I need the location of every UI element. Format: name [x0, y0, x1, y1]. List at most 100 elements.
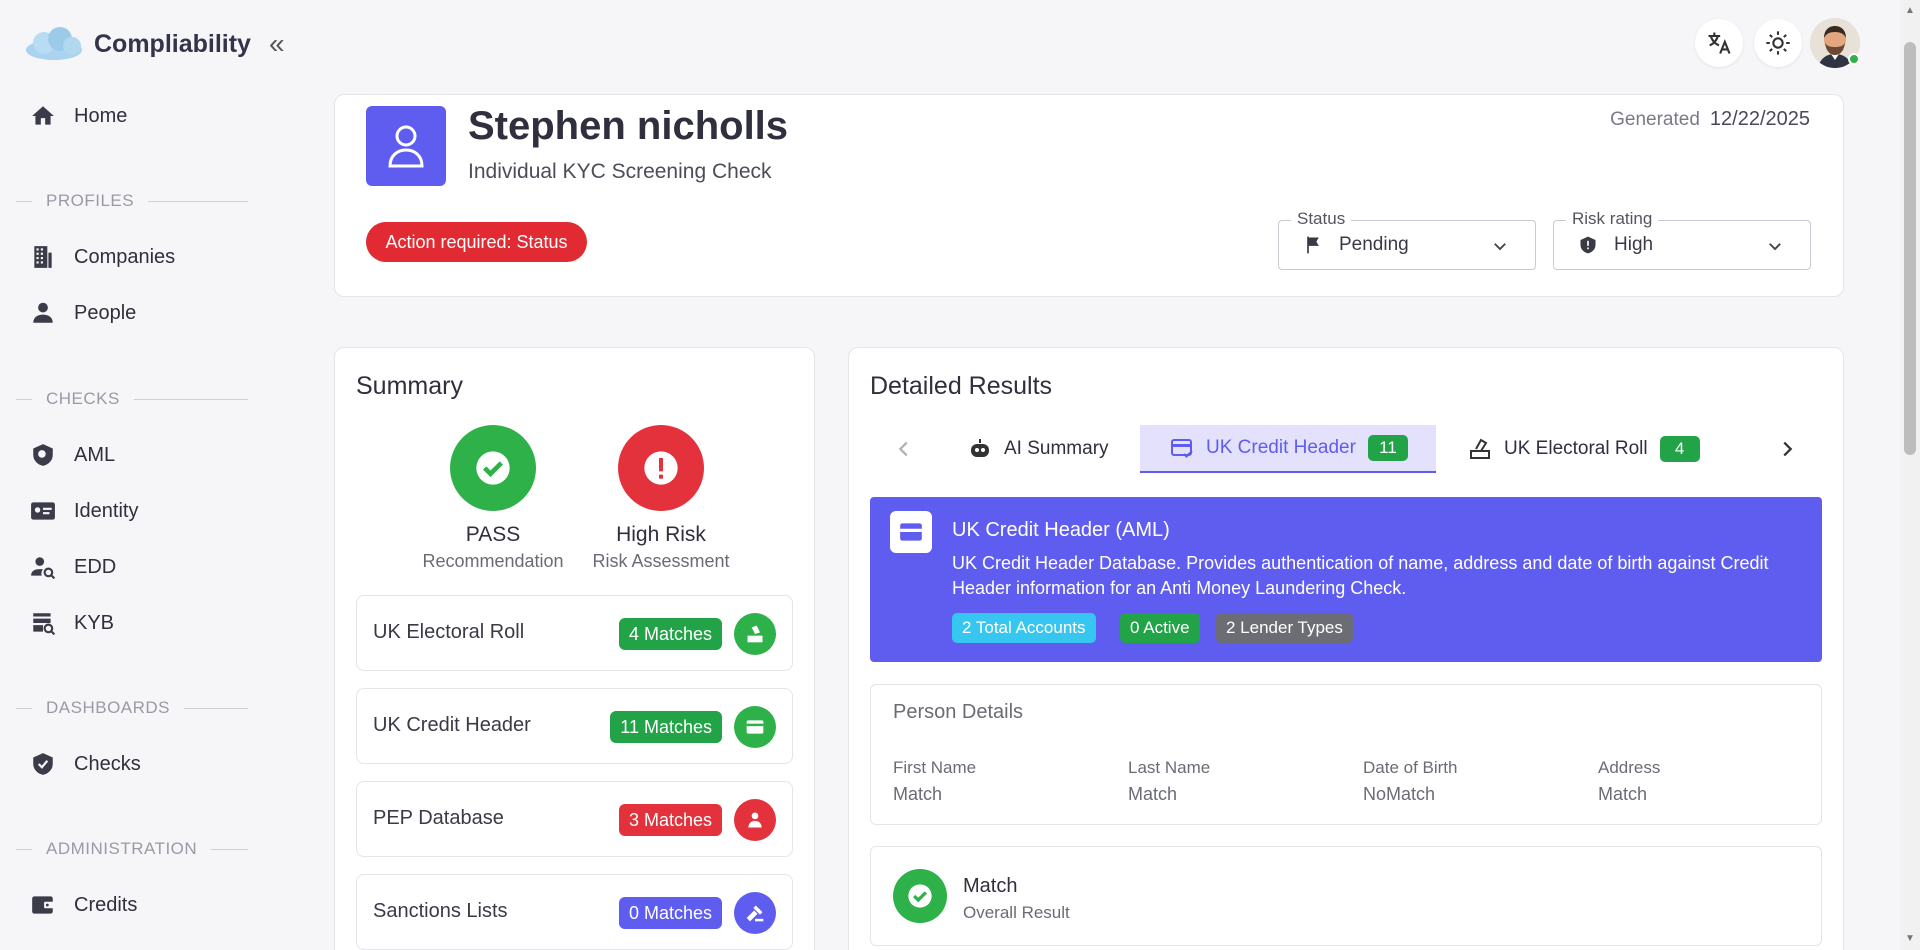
sidebar: Compliability « Home PROFILES Companies …	[0, 0, 285, 950]
section-dashboards: DASHBOARDS	[16, 698, 248, 718]
sun-icon	[1766, 31, 1790, 55]
building-icon	[34, 246, 52, 268]
risk-assessment-value: High Risk	[616, 523, 706, 546]
scroll-down-icon[interactable]: ▼	[1904, 934, 1916, 944]
tab-uk-electoral-roll[interactable]: UK Electoral Roll 4	[1468, 425, 1700, 473]
field-key: Date of Birth	[1363, 758, 1458, 777]
match-count-badge: 0 Matches	[618, 897, 722, 929]
sidebar-item-checks[interactable]: Checks	[30, 744, 141, 784]
tab-label: UK Credit Header	[1206, 437, 1356, 458]
status-select[interactable]: Status Pending	[1278, 209, 1536, 270]
check-icon	[908, 884, 932, 908]
sidebar-item-aml[interactable]: AML	[30, 435, 115, 475]
summary-row-name: UK Electoral Roll	[373, 621, 525, 643]
app-name: Compliability	[94, 29, 251, 58]
risk-rating-select[interactable]: Risk rating High	[1553, 209, 1811, 270]
chevron-down-icon	[1769, 243, 1781, 251]
sidebar-item-identity[interactable]: Identity	[30, 491, 138, 531]
panel-icon	[890, 511, 932, 553]
robot-icon	[971, 439, 989, 457]
match-count-badge: 4 Matches	[618, 618, 722, 650]
electoral-roll-button[interactable]	[734, 613, 776, 655]
overall-result-title: Match	[963, 875, 1018, 897]
summary-row-electoral[interactable]: UK Electoral Roll 4 Matches	[356, 595, 793, 671]
collapse-sidebar-icon[interactable]: «	[269, 30, 285, 58]
sidebar-item-label: Companies	[74, 245, 176, 268]
credit-card-icon	[746, 720, 764, 734]
chevron-down-icon	[1494, 243, 1506, 251]
field-value: Match	[1128, 784, 1178, 804]
tab-count-badge: 11	[1367, 435, 1408, 461]
translate-button[interactable]	[1695, 19, 1743, 67]
alert-icon	[644, 451, 678, 485]
sidebar-item-credits[interactable]: Credits	[30, 885, 137, 925]
field-value: Match	[1598, 784, 1648, 804]
tabs-scroll-right-icon[interactable]	[1776, 438, 1798, 460]
action-required-badge[interactable]: Action required: Status	[366, 222, 587, 262]
person-outline-icon	[388, 125, 424, 168]
status-select-label: Status	[1291, 209, 1352, 229]
tab-label: AI Summary	[1004, 438, 1109, 459]
generated-date: Generated 12/22/2025	[1610, 108, 1810, 131]
first-name-field: First Name Match	[893, 758, 1113, 805]
flag-icon	[1307, 236, 1319, 254]
match-count-badge: 3 Matches	[618, 804, 722, 836]
scroll-up-icon[interactable]: ▲	[1904, 6, 1916, 16]
tab-ai-summary[interactable]: AI Summary	[968, 425, 1109, 473]
tab-uk-credit-header[interactable]: UK Credit Header 11	[1140, 425, 1436, 473]
summary-row-name: Sanctions Lists	[373, 900, 508, 922]
summary-title: Summary	[356, 372, 463, 400]
match-count-badge: 11 Matches	[610, 711, 722, 743]
cloud-logo-icon	[26, 27, 82, 60]
sidebar-item-people[interactable]: People	[30, 293, 136, 333]
pass-indicator	[450, 425, 536, 511]
sidebar-item-label: AML	[74, 443, 116, 466]
summary-row-pep[interactable]: PEP Database 3 Matches	[356, 781, 793, 857]
summary-row-credit-header[interactable]: UK Credit Header 11 Matches	[356, 688, 793, 764]
sidebar-item-label: People	[74, 301, 137, 324]
field-value: Match	[893, 784, 943, 804]
total-accounts-tag: 2 Total Accounts	[952, 613, 1096, 643]
active-accounts-tag: 0 Active	[1120, 613, 1200, 643]
credit-header-panel: UK Credit Header (AML) UK Credit Header …	[870, 497, 1822, 662]
lender-types-tag: 2 Lender Types	[1216, 613, 1353, 643]
ballot-icon	[747, 625, 763, 643]
person-badge-icon	[748, 812, 762, 828]
sidebar-item-label: Home	[74, 104, 128, 127]
risk-select-value: High	[1614, 234, 1654, 255]
summary-row-name: UK Credit Header	[373, 714, 531, 736]
summary-row-sanctions[interactable]: Sanctions Lists 0 Matches	[356, 874, 793, 950]
theme-toggle-button[interactable]	[1754, 19, 1802, 67]
sidebar-item-edd[interactable]: EDD	[30, 547, 116, 587]
person-details-card: Person Details First Name Match Last Nam…	[870, 684, 1822, 825]
field-value: NoMatch	[1363, 784, 1436, 804]
sidebar-item-home[interactable]: Home	[30, 96, 127, 136]
brand[interactable]: Compliability «	[24, 24, 285, 64]
person-icon	[33, 302, 53, 323]
sidebar-item-kyb[interactable]: KYB	[30, 603, 114, 643]
sidebar-item-label: Identity	[74, 499, 139, 522]
sidebar-item-label: Checks	[74, 752, 141, 775]
generated-label: Generated	[1610, 109, 1700, 130]
person-details-title: Person Details	[893, 701, 1024, 723]
section-profiles: PROFILES	[16, 191, 248, 211]
profile-avatar	[366, 106, 446, 186]
check-icon	[476, 451, 510, 485]
sidebar-item-label: KYB	[74, 611, 115, 634]
person-search-icon	[31, 557, 56, 580]
risk-select-label: Risk rating	[1566, 209, 1659, 229]
field-key: Address	[1598, 758, 1661, 777]
sidebar-item-companies[interactable]: Companies	[30, 237, 175, 277]
home-icon	[32, 106, 54, 125]
sidebar-item-label: EDD	[74, 555, 117, 578]
pep-button[interactable]	[734, 799, 776, 841]
risk-assessment-label: Risk Assessment	[592, 551, 730, 571]
scrollbar-thumb[interactable]	[1904, 42, 1916, 455]
wallet-icon	[32, 896, 55, 914]
credit-header-button[interactable]	[734, 706, 776, 748]
tabs-scroll-left-icon[interactable]	[893, 438, 915, 460]
tab-label: UK Electoral Roll	[1504, 438, 1648, 459]
credit-card-icon	[900, 523, 922, 541]
sanctions-button[interactable]	[734, 892, 776, 934]
section-checks: CHECKS	[16, 389, 248, 409]
